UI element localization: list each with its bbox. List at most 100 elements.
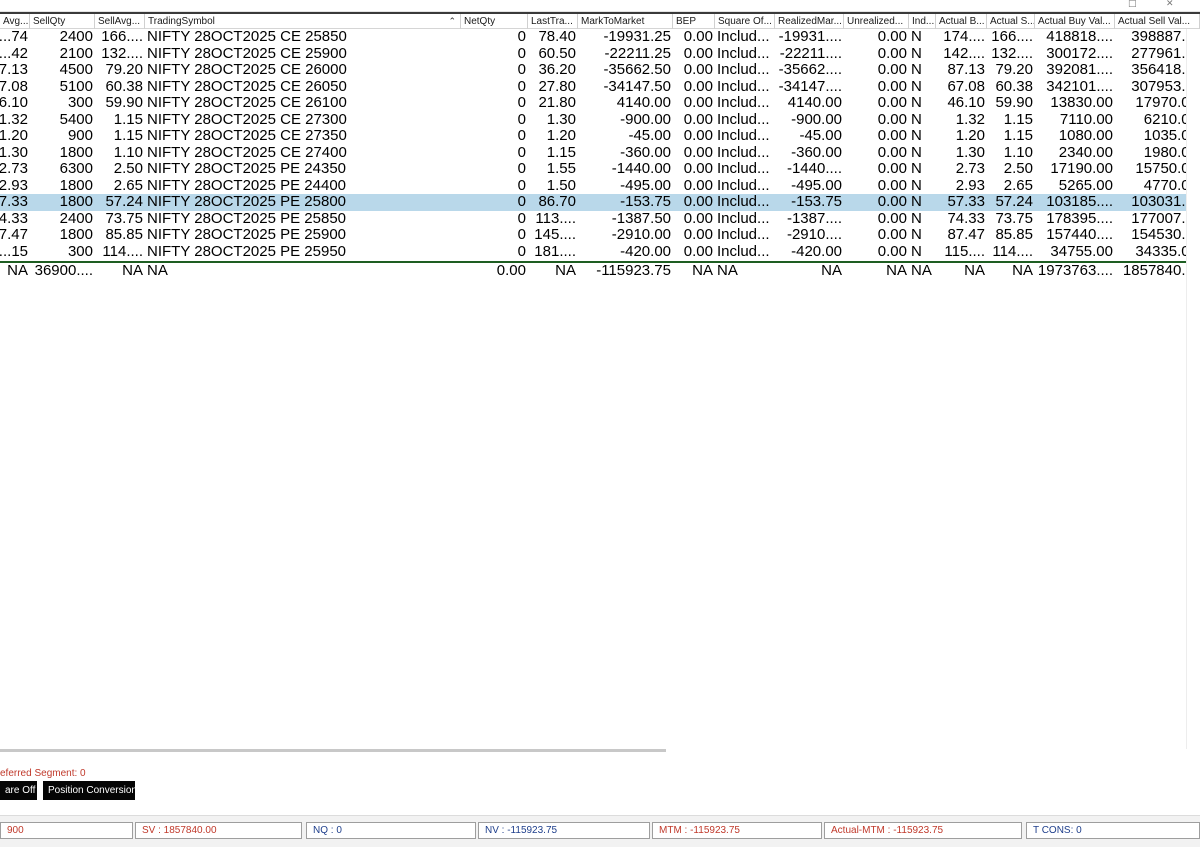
cell-actual-buy-avg: 115.... [944, 243, 985, 260]
cell-mark-to-market: -115923.75 [596, 263, 671, 279]
table-row[interactable]: 7.08 5100 60.38 NIFTY 28OCT2025 CE 26050 0 27… [0, 79, 1200, 96]
column-header-label: LastTra... [531, 16, 573, 27]
cell-realized-mtm: -45.00 [799, 128, 842, 144]
cell-avg: 2.73 [0, 161, 28, 177]
cell-sell-avg: 85.85 [105, 227, 143, 243]
cell-unrealized-mtm: 0.00 [877, 95, 907, 111]
cell-realized-mtm: -1387.... [786, 210, 842, 227]
column-header-net-qty[interactable]: NetQty [461, 14, 528, 29]
cell-ind: N [911, 227, 922, 243]
cell-last-traded: 1.30 [546, 111, 576, 128]
cell-actual-sell-avg: 1.15 [1003, 111, 1033, 128]
cell-bep: 0.00 [683, 62, 713, 78]
column-header-sell-avg[interactable]: SellAvg... [95, 14, 145, 29]
table-row[interactable]: 15....300114....NIFTY 28OCT2025 PE 25950… [0, 244, 1200, 261]
cell-bep: 0.00 [683, 29, 713, 45]
cell-realized-mtm: NA [821, 263, 842, 279]
cell-sell-qty: 2400 [59, 210, 93, 227]
cell-ind: N [911, 111, 922, 128]
column-header-label: BEP [676, 16, 697, 27]
horizontal-scrollbar[interactable] [0, 749, 666, 752]
column-header-actual-buy-value[interactable]: Actual Buy Val... [1035, 14, 1115, 29]
cell-net-qty: 0 [517, 194, 526, 210]
cell-mark-to-market: -2910.00 [611, 227, 671, 243]
cell-trading-symbol: NIFTY 28OCT2025 PE 25950 [147, 243, 346, 260]
grid-header-row: Avg... SellQty SellAvg... TradingSymbol ⌃ Net… [0, 14, 1200, 29]
column-header-actual-sell-avg[interactable]: Actual S... [987, 14, 1035, 29]
column-header-trading-symbol[interactable]: TradingSymbol ⌃ [145, 14, 461, 29]
cell-actual-buy-value: 1973763.... [1037, 263, 1113, 279]
cell-sell-qty: 1800 [59, 177, 93, 194]
cell-trading-symbol: NIFTY 28OCT2025 CE 26050 [147, 78, 347, 95]
cell-trading-symbol: NIFTY 28OCT2025 CE 26000 [147, 62, 347, 78]
table-row[interactable]: 2.73 6300 2.50 NIFTY 28OCT2025 PE 24350 0 1.5… [0, 161, 1200, 178]
column-header-actual-buy-avg[interactable]: Actual B... [936, 14, 987, 29]
cell-unrealized-mtm: 0.00 [877, 45, 907, 62]
total-row[interactable]: NA 36900.... NA NA 0.00 NA -115923.75 NA NA NA NA N… [0, 261, 1200, 279]
column-header-last-traded[interactable]: LastTra... [528, 14, 578, 29]
cell-sell-avg: NA [122, 263, 143, 279]
restore-window-icon[interactable]: □ [1128, 0, 1137, 9]
position-conversion-button[interactable]: Position Conversion [43, 781, 137, 800]
cell-unrealized-mtm: 0.00 [877, 177, 907, 194]
cell-actual-buy-avg: 174.... [943, 29, 985, 45]
column-header-sell-qty[interactable]: SellQty [30, 14, 95, 29]
cell-net-qty: 0 [517, 243, 526, 260]
table-row[interactable]: 1.32 5400 1.15 NIFTY 28OCT2025 CE 27300 0 1.3… [0, 112, 1200, 129]
cell-realized-mtm: -360.00 [791, 144, 842, 161]
cell-realized-mtm: -495.00 [791, 177, 842, 194]
cell-net-qty: 0 [517, 161, 526, 177]
square-off-button[interactable]: are Off [0, 781, 37, 800]
column-header-ind[interactable]: Ind... [909, 14, 936, 29]
column-header-unrealized-mtm[interactable]: Unrealized... [844, 14, 909, 29]
cell-actual-buy-avg: 2.73 [955, 161, 985, 177]
cell-bep: NA [692, 263, 713, 279]
cell-bep: 0.00 [683, 128, 713, 144]
cell-avg: 74.... [0, 29, 28, 45]
cell-mark-to-market: -35662.50 [603, 62, 671, 78]
cell-last-traded: 145.... [534, 227, 576, 243]
vertical-scrollbar[interactable] [1186, 29, 1200, 749]
sort-indicator-icon[interactable]: ⌃ [448, 14, 456, 29]
cell-square-off: Includ... [717, 243, 770, 260]
cell-last-traded: 21.80 [538, 95, 576, 111]
table-row[interactable]: 1.20 900 1.15 NIFTY 28OCT2025 CE 27350 0 1.20… [0, 128, 1200, 145]
cell-square-off: Includ... [717, 144, 770, 161]
cell-sell-qty: 2100 [59, 45, 93, 62]
cell-last-traded: 113.... [535, 210, 576, 227]
column-header-label: Actual S... [990, 16, 1035, 27]
status-net-qty: NQ : 0 [306, 822, 476, 839]
cell-bep: 0.00 [683, 161, 713, 177]
table-row[interactable]: 7.13 4500 79.20 NIFTY 28OCT2025 CE 26000 0 36… [0, 62, 1200, 79]
cell-square-off: Includ... [717, 210, 770, 227]
cell-actual-buy-avg: 142.... [943, 45, 985, 62]
cell-last-traded: NA [555, 263, 576, 279]
cell-sell-avg: 73.75 [105, 210, 143, 227]
table-row[interactable]: 2.93 1800 2.65 NIFTY 28OCT2025 PE 24400 0 1.5… [0, 178, 1200, 195]
column-header-realized-mtm[interactable]: RealizedMar... [775, 14, 844, 29]
cell-square-off: Includ... [717, 161, 770, 177]
column-header-square-off[interactable]: Square Of... [715, 14, 775, 29]
cell-square-off: Includ... [717, 45, 770, 62]
table-row[interactable]: 7.47 1800 85.85 NIFTY 28OCT2025 PE 25900 0 14… [0, 227, 1200, 244]
table-row[interactable]: 74....2400166....NIFTY 28OCT2025 CE 2585… [0, 29, 1200, 46]
cell-actual-buy-value: 300172.... [1046, 45, 1113, 62]
cell-sell-qty: 6300 [59, 161, 93, 177]
table-row[interactable]: 6.10 300 59.90 NIFTY 28OCT2025 CE 26100 0 21.… [0, 95, 1200, 112]
cell-unrealized-mtm: 0.00 [877, 111, 907, 128]
cell-ind: N [911, 45, 922, 62]
column-header-label: TradingSymbol [148, 16, 215, 27]
column-header-mark-to-market[interactable]: MarkToMarket [578, 14, 673, 29]
close-window-icon[interactable]: ✕ [1166, 0, 1174, 9]
column-header-bep[interactable]: BEP [673, 14, 715, 29]
cell-bep: 0.00 [683, 227, 713, 243]
cell-sell-avg: 1.15 [113, 128, 143, 144]
cell-square-off: Includ... [717, 95, 770, 111]
table-row[interactable]: 7.33 1800 57.24 NIFTY 28OCT2025 PE 25800 0 86… [0, 194, 1200, 211]
table-row[interactable]: 4.33 2400 73.75 NIFTY 28OCT2025 PE 25850 0 11… [0, 211, 1200, 228]
table-row[interactable]: 1.30 1800 1.10 NIFTY 28OCT2025 CE 27400 0 1.1… [0, 145, 1200, 162]
column-header-label: RealizedMar... [778, 16, 842, 27]
column-header-avg[interactable]: Avg... [0, 14, 30, 29]
table-row[interactable]: 42....2100132....NIFTY 28OCT2025 CE 2590… [0, 46, 1200, 63]
column-header-actual-sell-value[interactable]: Actual Sell Val... [1115, 14, 1200, 29]
